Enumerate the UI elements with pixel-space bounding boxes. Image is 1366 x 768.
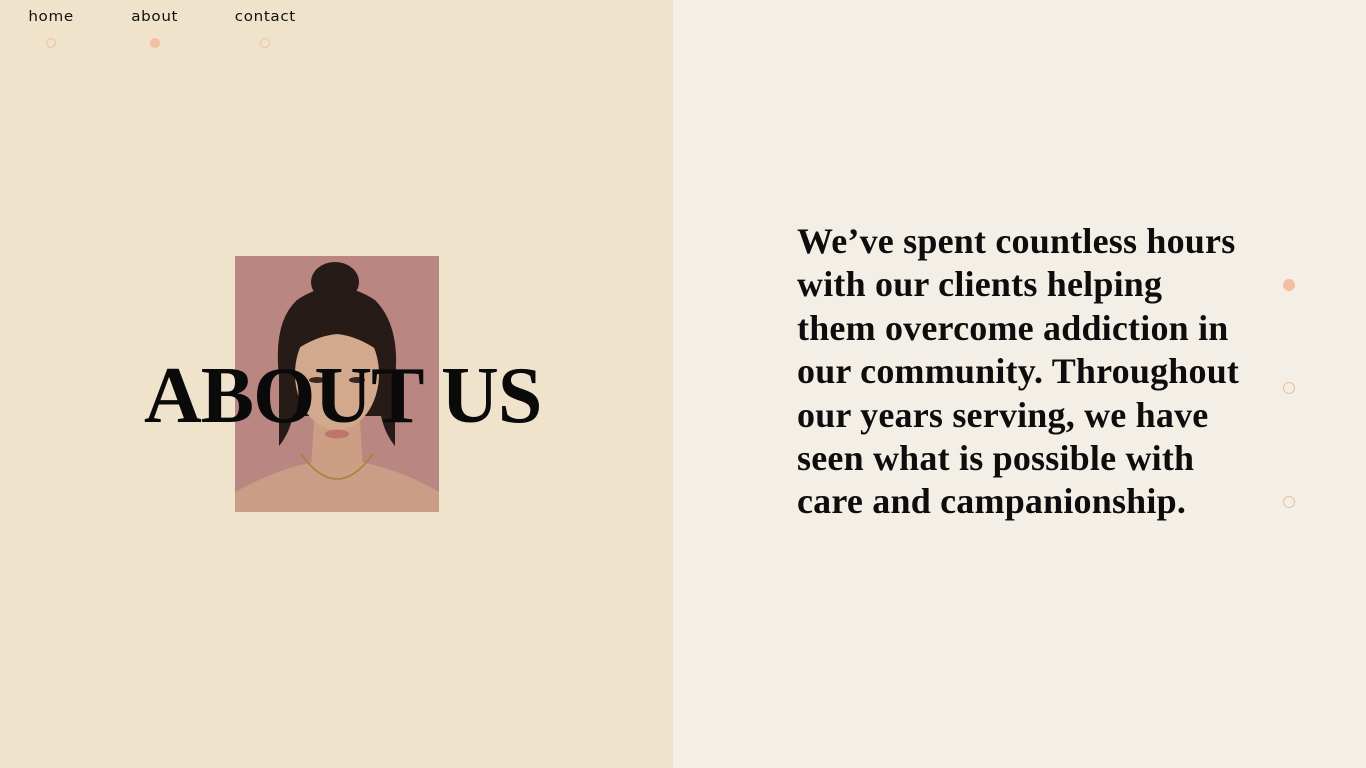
- section-pager-dot[interactable]: [1283, 382, 1295, 394]
- about-paragraph: We’ve spent countless hours with our cli…: [797, 221, 1240, 522]
- section-pager-dot[interactable]: [1283, 279, 1295, 291]
- page-title: ABOUT US: [144, 352, 542, 440]
- nav-dot-home-indicator[interactable]: [46, 38, 57, 48]
- nav-dot-about-indicator[interactable]: [149, 38, 160, 48]
- nav-item-contact[interactable]: contact: [235, 9, 296, 48]
- nav-item-about[interactable]: about: [131, 9, 178, 48]
- nav-label-about[interactable]: about: [131, 9, 178, 26]
- section-pager-dot[interactable]: [1283, 496, 1295, 508]
- nav-label-home[interactable]: home: [28, 9, 73, 26]
- nav-item-home[interactable]: home: [28, 9, 73, 48]
- nav-label-contact[interactable]: contact: [235, 9, 296, 26]
- nav-dot-contact-indicator[interactable]: [260, 38, 271, 48]
